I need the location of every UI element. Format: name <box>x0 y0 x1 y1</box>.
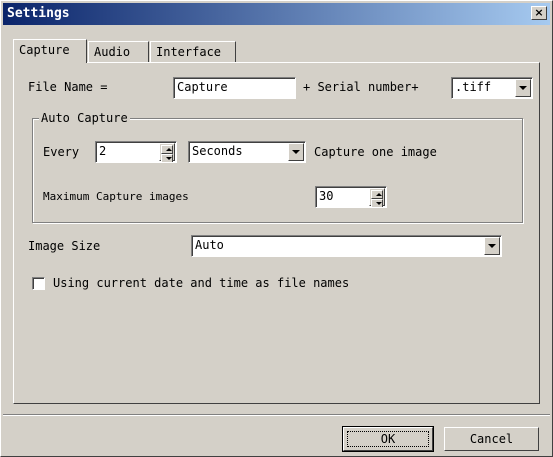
extension-dropdown-button[interactable] <box>515 79 531 97</box>
interval-unit-value: Seconds <box>192 144 243 158</box>
tab-interface[interactable]: Interface <box>150 41 236 63</box>
max-capture-decrement-button[interactable] <box>371 199 383 207</box>
interval-unit-select[interactable]: Seconds <box>188 141 306 163</box>
ok-button[interactable]: OK <box>342 426 434 452</box>
max-capture-value: 30 <box>319 189 334 203</box>
image-size-dropdown-button[interactable] <box>484 237 500 255</box>
close-icon: × <box>534 6 544 19</box>
extension-value: .tiff <box>455 80 492 94</box>
tab-capture[interactable]: Capture <box>13 39 87 63</box>
every-stepper[interactable]: 2 <box>95 141 177 163</box>
tab-interface-label: Interface <box>156 45 222 59</box>
arrow-down-icon <box>376 202 382 205</box>
every-spin-buttons[interactable] <box>159 143 175 162</box>
chevron-down-icon <box>292 150 300 154</box>
use-date-time-checkbox[interactable] <box>32 277 45 290</box>
chevron-down-icon <box>488 244 496 248</box>
max-capture-stepper[interactable]: 30 <box>315 186 387 208</box>
every-label: Every <box>43 145 80 159</box>
tab-audio-label: Audio <box>94 45 131 59</box>
max-capture-spin-buttons[interactable] <box>369 188 385 207</box>
every-value: 2 <box>99 144 107 158</box>
file-name-label: File Name = <box>28 80 108 94</box>
max-capture-label: Maximum Capture images <box>43 190 189 203</box>
focus-rectangle <box>347 431 429 447</box>
use-date-time-label[interactable]: Using current date and time as file name… <box>53 276 349 290</box>
every-decrement-button[interactable] <box>161 154 173 162</box>
window-title: Settings <box>7 6 70 21</box>
every-increment-button[interactable] <box>161 145 173 154</box>
settings-dialog: Settings × Capture Audio Interface File … <box>0 0 553 457</box>
title-bar[interactable]: Settings × <box>3 3 550 25</box>
file-name-input[interactable]: Capture <box>173 77 296 99</box>
capture-tab-panel: File Name = Capture + Serial number+ .ti… <box>13 62 540 404</box>
image-size-label: Image Size <box>28 239 101 253</box>
tab-audio[interactable]: Audio <box>88 41 149 63</box>
chevron-down-icon <box>519 86 527 90</box>
cancel-button-label: Cancel <box>469 432 514 446</box>
arrow-up-icon <box>376 193 382 196</box>
auto-capture-group-label: Auto Capture <box>39 111 130 125</box>
serial-number-label: + Serial number+ <box>303 80 419 94</box>
cancel-button[interactable]: Cancel <box>444 427 539 451</box>
image-size-value: Auto <box>195 238 224 252</box>
footer-divider <box>3 414 550 416</box>
interval-unit-dropdown-button[interactable] <box>288 143 304 161</box>
arrow-down-icon <box>166 157 172 160</box>
max-capture-increment-button[interactable] <box>371 190 383 199</box>
close-button[interactable]: × <box>531 6 547 20</box>
tab-capture-label: Capture <box>19 43 70 57</box>
arrow-up-icon <box>166 148 172 151</box>
auto-capture-group: Auto Capture Every 2 Seconds Capture one… <box>32 111 523 223</box>
image-size-select[interactable]: Auto <box>191 235 502 257</box>
capture-one-image-label: Capture one image <box>314 145 437 159</box>
extension-select[interactable]: .tiff <box>451 77 533 99</box>
